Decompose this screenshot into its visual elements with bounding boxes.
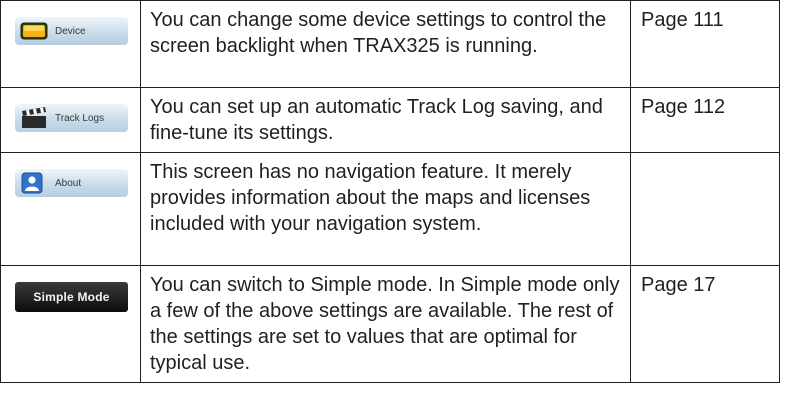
track-logs-button-label: Track Logs: [55, 112, 105, 124]
icon-cell: Device: [0, 0, 141, 88]
description-cell: You can change some device settings to c…: [140, 0, 631, 88]
page-reference: Page 17: [630, 265, 780, 383]
about-button[interactable]: About: [15, 169, 128, 197]
description-cell: You can set up an automatic Track Log sa…: [140, 87, 631, 153]
table-row: Device You can change some device settin…: [0, 0, 780, 88]
device-button-label: Device: [55, 25, 86, 37]
monitor-icon: [20, 22, 48, 40]
description-cell: This screen has no navigation feature. I…: [140, 152, 631, 266]
table-row: Track Logs You can set up an automatic T…: [0, 87, 780, 153]
page-reference: Page 112: [630, 87, 780, 153]
table-row: Simple Mode You can switch to Simple mod…: [0, 265, 780, 383]
page-reference: [630, 152, 780, 266]
settings-table: Device You can change some device settin…: [0, 0, 780, 383]
description-cell: You can switch to Simple mode. In Simple…: [140, 265, 631, 383]
table-row: About This screen has no navigation feat…: [0, 152, 780, 266]
icon-cell: Simple Mode: [0, 265, 141, 383]
person-icon: [21, 172, 43, 194]
about-button-label: About: [55, 177, 82, 189]
page-reference: Page 111: [630, 0, 780, 88]
device-button[interactable]: Device: [15, 17, 128, 45]
simple-mode-button[interactable]: Simple Mode: [15, 282, 128, 312]
clapperboard-icon: [22, 107, 46, 128]
icon-cell: About: [0, 152, 141, 266]
icon-cell: Track Logs: [0, 87, 141, 153]
track-logs-button[interactable]: Track Logs: [15, 104, 128, 132]
